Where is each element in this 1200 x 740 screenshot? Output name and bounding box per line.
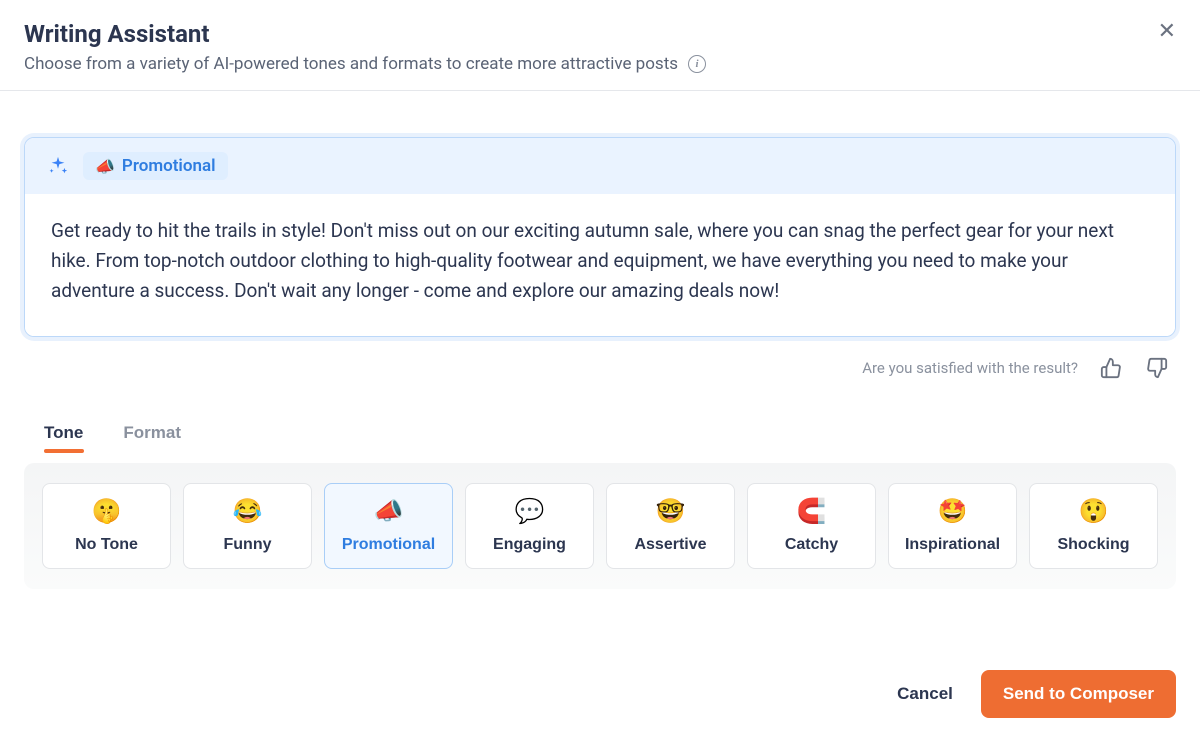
tone-panel: 🤫 No Tone 😂 Funny 📣 Promotional 💬 Engagi… <box>24 463 1176 589</box>
thumbs-down-icon <box>1146 357 1168 379</box>
result-card: 📣 Promotional Get ready to hit the trail… <box>24 137 1176 337</box>
modal-header: Writing Assistant Choose from a variety … <box>0 0 1200 91</box>
tone-option-inspirational[interactable]: 🤩 Inspirational <box>888 483 1017 569</box>
tab-tone[interactable]: Tone <box>44 423 83 451</box>
tone-label: Inspirational <box>905 536 1000 554</box>
tone-option-engaging[interactable]: 💬 Engaging <box>465 483 594 569</box>
generated-text: Get ready to hit the trails in style! Do… <box>51 216 1149 306</box>
tone-option-funny[interactable]: 😂 Funny <box>183 483 312 569</box>
tone-label: Catchy <box>785 536 838 554</box>
tone-label: Shocking <box>1057 536 1129 554</box>
tone-label: No Tone <box>75 536 138 554</box>
subtitle-row: Choose from a variety of AI-powered tone… <box>24 54 1176 74</box>
writing-assistant-modal: Writing Assistant Choose from a variety … <box>0 0 1200 740</box>
tone-option-no-tone[interactable]: 🤫 No Tone <box>42 483 171 569</box>
tone-emoji: 📣 <box>374 500 404 524</box>
tone-option-shocking[interactable]: 😲 Shocking <box>1029 483 1158 569</box>
tone-emoji: 🤓 <box>656 500 686 524</box>
send-to-composer-button[interactable]: Send to Composer <box>981 670 1176 718</box>
result-card-header: 📣 Promotional <box>25 138 1175 194</box>
thumbs-up-button[interactable] <box>1098 355 1124 381</box>
close-icon: ✕ <box>1158 18 1176 43</box>
megaphone-icon: 📣 <box>95 157 115 176</box>
tone-badge: 📣 Promotional <box>83 152 228 180</box>
tone-label: Assertive <box>634 536 706 554</box>
modal-subtitle: Choose from a variety of AI-powered tone… <box>24 54 678 74</box>
tone-badge-label: Promotional <box>122 156 216 176</box>
tab-format[interactable]: Format <box>123 423 181 451</box>
tone-emoji: 🤫 <box>92 500 122 524</box>
tone-option-catchy[interactable]: 🧲 Catchy <box>747 483 876 569</box>
tone-emoji: 🧲 <box>797 500 827 524</box>
tone-emoji: 😂 <box>233 500 263 524</box>
thumbs-down-button[interactable] <box>1144 355 1170 381</box>
tone-label: Promotional <box>342 536 435 554</box>
sparkle-icon <box>47 155 69 177</box>
feedback-label: Are you satisfied with the result? <box>862 359 1078 377</box>
modal-body: 📣 Promotional Get ready to hit the trail… <box>0 91 1200 648</box>
cancel-button[interactable]: Cancel <box>897 684 953 704</box>
feedback-row: Are you satisfied with the result? <box>24 355 1176 381</box>
tone-option-promotional[interactable]: 📣 Promotional <box>324 483 453 569</box>
thumbs-up-icon <box>1100 357 1122 379</box>
tone-label: Funny <box>224 536 272 554</box>
info-icon[interactable]: i <box>688 55 706 73</box>
tone-option-assertive[interactable]: 🤓 Assertive <box>606 483 735 569</box>
tone-emoji: 😲 <box>1079 500 1109 524</box>
tone-emoji: 💬 <box>515 500 545 524</box>
tabs: Tone Format <box>24 423 1176 451</box>
modal-footer: Cancel Send to Composer <box>0 648 1200 740</box>
result-card-body: Get ready to hit the trails in style! Do… <box>25 194 1175 336</box>
modal-title: Writing Assistant <box>24 20 1176 48</box>
tone-label: Engaging <box>493 536 566 554</box>
tone-emoji: 🤩 <box>938 500 968 524</box>
close-button[interactable]: ✕ <box>1158 20 1176 42</box>
